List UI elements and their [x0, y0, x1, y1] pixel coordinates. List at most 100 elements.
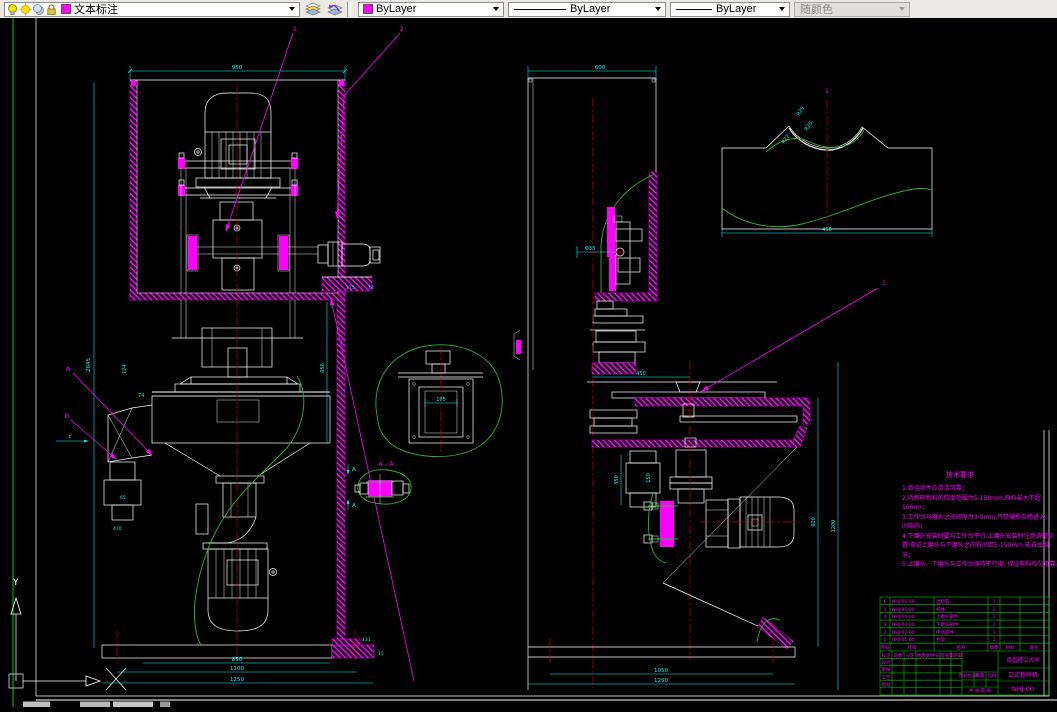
tech-req-line: 置 保证上磨头与下磨头之间有间距5-150mm 能自由调 — [902, 541, 1049, 549]
bom-name: 下磨头部件 — [936, 621, 959, 628]
dim-lv2: 74 — [138, 393, 144, 399]
role-label: 设计 — [882, 659, 891, 666]
dim-rv1: 350 — [614, 475, 620, 485]
bom-code: NHJ-02-00 — [892, 630, 915, 636]
dim-rv2: 150 — [646, 473, 652, 483]
rev-label: 年月日 — [949, 652, 963, 659]
dim-base2: 1100 — [230, 666, 244, 672]
layers-manager-button[interactable] — [302, 1, 322, 17]
role-label: 审核 — [882, 666, 891, 673]
title-block-title: 立式粉碎机 — [1008, 671, 1038, 679]
color-combo-arrow[interactable] — [489, 3, 502, 16]
ucs-y-label: Y — [12, 578, 19, 588]
bom-no: 1 — [884, 637, 887, 643]
side-view: 600 Φ38 450 350 150 1050 1250 600 1200 — [513, 65, 839, 690]
balloon-2: 2 — [400, 25, 404, 33]
plotstyle-combo-arrow — [895, 3, 908, 16]
ucs-icon: Y — [8, 578, 127, 691]
title-block: 6 NHJ-06-00 出料管 1 5 NHJ-05-00 机体 1 4 NHJ-04-00 上… — [879, 596, 1050, 696]
toolbar: 文本标注 ByLayer ByLayer ByLayer 随颜色 — [0, 0, 1057, 19]
dim-drive-1: 175 — [346, 285, 355, 291]
dim-pad1: 131 — [362, 637, 371, 643]
linetype-combo[interactable]: ByLayer — [508, 1, 666, 17]
bom-no: 5 — [884, 607, 887, 613]
bom-name: 机体 — [936, 606, 945, 613]
dim-right-base2: 1250 — [654, 678, 668, 684]
bom-name: 上磨头部件 — [936, 613, 959, 620]
dim-lv1: 124 — [122, 364, 128, 374]
tech-req-title: 技术要求 — [946, 470, 974, 479]
balloon-A: A — [66, 365, 71, 373]
bom-no: 2 — [884, 630, 887, 636]
bom-no: 4 — [884, 614, 887, 620]
dim-r1: R25 — [796, 106, 807, 118]
layer-previous-button[interactable] — [324, 1, 344, 17]
bom-code: NHJ-03-00 — [892, 622, 915, 628]
detail-a-a: A - A — [354, 460, 412, 505]
lock-icon[interactable] — [45, 3, 58, 16]
dim-lv4: 65 — [120, 495, 126, 501]
bulb-icon[interactable] — [6, 3, 19, 16]
lineweight-sample — [676, 8, 712, 10]
lineweight-combo-arrow[interactable] — [775, 3, 788, 16]
bom-name: 传动部件 — [936, 629, 954, 636]
dim-drive-2: 13 — [368, 285, 374, 291]
tech-req-line: 间隙内； — [902, 522, 926, 530]
bom-header: 数量 — [990, 644, 999, 651]
rev-label: 分区 — [906, 652, 915, 659]
title-block-number: NHJ-00 — [1012, 685, 1034, 693]
sun-icon[interactable] — [19, 3, 32, 16]
layer-color-swatch — [61, 4, 71, 14]
linetype-combo-arrow[interactable] — [651, 3, 664, 16]
bom-qty: 1 — [993, 614, 996, 620]
balloon-detail-1: 1 — [825, 87, 829, 95]
title-block-school: 南昌理工大学 — [1006, 656, 1040, 664]
lineweight-combo[interactable]: ByLayer — [670, 1, 790, 17]
toolbar-separator — [347, 1, 351, 17]
layer-combo-arrow[interactable] — [285, 3, 298, 16]
stage-label: 比例 — [988, 672, 997, 679]
tech-req-line: 5.上磨头、下磨头与工作台保持平行度, 保证称料均匀可靠。 — [902, 560, 1057, 568]
dim-right-h1: 600 — [811, 517, 817, 527]
detail-clamp: 105 — [375, 344, 503, 457]
dim-right-base1: 1050 — [654, 668, 668, 674]
rev-label: 更改文件号 — [917, 652, 940, 659]
dim-shaft: Φ38 — [585, 246, 595, 252]
dim-r2: R20 — [804, 121, 815, 133]
tech-req-line: 2.待粉碎物料的粒度范围为5-150mm,原料最大不超 — [902, 494, 1041, 502]
bom-code: NHJ-06-00 — [892, 599, 915, 605]
technical-requirements: 技术要求 1.各运动件应灵活可靠； 2.待粉碎物料的粒度范围为5-150mm,原… — [902, 470, 1057, 568]
layer-combo[interactable]: 文本标注 — [4, 1, 300, 17]
bom-qty: 1 — [993, 622, 996, 628]
balloon-1: 1 — [293, 25, 297, 33]
leader-lines: 1 2 1 A B c — [56, 25, 886, 682]
color-combo[interactable]: ByLayer — [358, 1, 504, 17]
role-label: 工艺 — [882, 675, 891, 681]
balloon-right-1: 1 — [882, 279, 886, 287]
dim-height: 2645 — [86, 358, 92, 372]
bom-qty: 1 — [993, 599, 996, 605]
sheet-label: 共 张 第 张 — [969, 687, 992, 694]
dim-lv3: 656 — [320, 363, 326, 373]
rev-label: 处数 — [894, 652, 903, 659]
linetype-value: ByLayer — [570, 3, 611, 15]
bom-qty: 1 — [993, 637, 996, 643]
color-value: ByLayer — [376, 3, 417, 15]
layers-icon — [304, 2, 321, 16]
bolt-clusters — [178, 152, 298, 196]
balloon-B: B — [65, 412, 69, 420]
front-view: 950 2645 175 13 65 470 131 15 850 1100 1… — [86, 65, 384, 684]
tech-req-line: 50mm； — [902, 504, 927, 511]
drawing-canvas[interactable]: 950 2645 175 13 65 470 131 15 850 1100 1… — [0, 18, 1057, 707]
section-letter-top: A — [352, 467, 356, 473]
detail-saddle: 1 R25 R20 R22 450 — [721, 87, 933, 237]
ucs-x-arrow — [85, 675, 102, 687]
balloon-c: c — [68, 434, 71, 440]
freeze-icon[interactable] — [32, 3, 45, 16]
bom-code: NHJ-05-00 — [892, 607, 915, 613]
tech-req-line: 3.工作台与磨头之间间隙为3-5mm,严禁硬质杂物进入 — [902, 513, 1045, 521]
stage-label: 重量 — [976, 672, 985, 679]
cad-drawing[interactable]: 950 2645 175 13 65 470 131 15 850 1100 1… — [0, 18, 1057, 707]
horizontal-motor — [700, 496, 800, 549]
tech-req-line: 4.下磨头安装时要与工作台平行,上磨头安装时注意调整位 — [902, 532, 1054, 540]
